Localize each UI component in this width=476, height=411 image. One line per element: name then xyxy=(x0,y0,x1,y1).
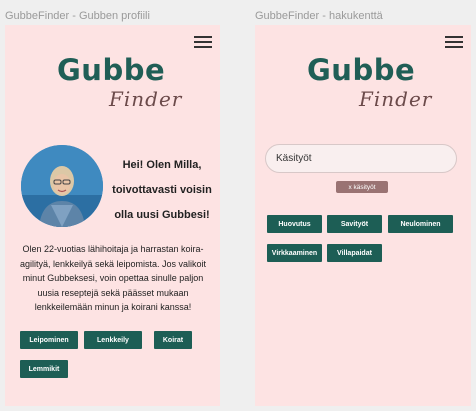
greeting-line: olla uusi Gubbesi! xyxy=(114,209,210,221)
avatar xyxy=(21,145,103,227)
greeting-line: toivottavasti voisin xyxy=(112,184,212,196)
menu-icon[interactable] xyxy=(194,35,212,49)
category-button-villapaidat[interactable]: Villapaidat xyxy=(327,244,382,262)
frame-title-profile: GubbeFinder - Gubben profiili xyxy=(5,10,150,22)
category-button-neulominen[interactable]: Neulominen xyxy=(388,215,453,233)
greeting-line: Hei! Olen Milla, xyxy=(122,159,202,171)
logo-subtitle: Finder xyxy=(109,87,183,111)
app-logo: Gubbe Finder xyxy=(255,53,471,113)
category-button-huovutus[interactable]: Huovutus xyxy=(267,215,322,233)
profile-screen: Gubbe Finder Hei! Olen Milla, toivottava… xyxy=(5,25,220,406)
active-filter-chip[interactable]: x käsityöt xyxy=(336,181,388,193)
category-button-virkkaaminen[interactable]: Virkkaaminen xyxy=(267,244,322,262)
search-screen: Gubbe Finder Käsityöt x käsityöt Huovutu… xyxy=(255,25,471,406)
search-input[interactable]: Käsityöt xyxy=(265,144,457,173)
interest-button-leipominen[interactable]: Leipominen xyxy=(20,331,78,349)
interest-button-lemmikit[interactable]: Lemmikit xyxy=(20,360,68,378)
logo-subtitle: Finder xyxy=(359,87,433,111)
interest-button-koirat[interactable]: Koirat xyxy=(154,331,192,349)
logo-wordmark: Gubbe xyxy=(57,53,166,87)
interest-button-lenkkeily[interactable]: Lenkkeily xyxy=(84,331,142,349)
logo-wordmark: Gubbe xyxy=(307,53,416,87)
frame-title-search: GubbeFinder - hakukenttä xyxy=(255,10,383,22)
app-logo: Gubbe Finder xyxy=(5,53,220,113)
profile-greeting: Hei! Olen Milla, toivottavasti voisin ol… xyxy=(107,153,217,228)
category-button-savityot[interactable]: Savityöt xyxy=(327,215,382,233)
profile-bio: Olen 22-vuotias lähihoitaja ja harrastan… xyxy=(19,244,207,312)
menu-icon[interactable] xyxy=(445,35,463,49)
